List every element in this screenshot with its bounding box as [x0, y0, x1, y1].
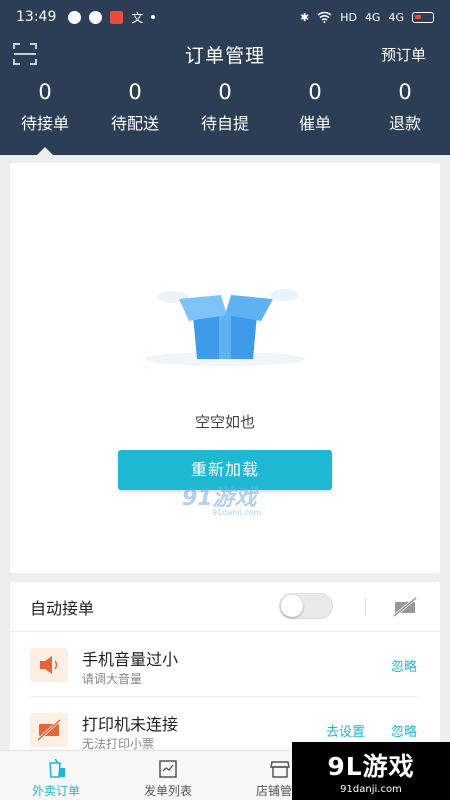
stat-label: 待配送 — [110, 114, 159, 133]
stat-pending-accept[interactable]: 0 待接单 — [0, 80, 90, 134]
takeout-cup-icon — [49, 759, 65, 778]
alert-title: 打印机未连接 — [82, 715, 179, 734]
notification-badge-icon — [110, 10, 124, 24]
wechat-icon — [89, 10, 103, 24]
store-icon — [270, 761, 290, 778]
tab-dispatch-list[interactable]: 发单列表 — [112, 751, 224, 800]
order-stats: 0 待接单 0 待配送 0 待自提 0 催单 0 退款 — [0, 80, 450, 134]
speaker-icon — [40, 656, 58, 674]
watermark-logo: 9L游戏 91danji.com — [292, 742, 450, 800]
stat-label: 催单 — [298, 114, 331, 133]
stat-label: 待接单 — [20, 114, 69, 133]
stat-count: 0 — [38, 80, 52, 104]
tab-label: 外卖订单 — [31, 784, 80, 798]
alert-icon-box — [30, 648, 68, 682]
battery-icon — [412, 11, 434, 23]
ignore-button[interactable]: 忽略 — [391, 721, 417, 740]
auto-accept-label: 自动接单 — [30, 598, 95, 618]
stat-count: 0 — [128, 80, 142, 104]
stat-refund[interactable]: 0 退款 — [360, 80, 450, 134]
auto-accept-toggle[interactable] — [279, 593, 333, 619]
empty-message: 空空如也 — [194, 413, 255, 431]
auto-print-off-icon[interactable] — [392, 596, 418, 618]
empty-state-card: 空空如也 重新加载 91游戏 91danji.com — [10, 163, 440, 573]
signal-2-icon: 4G — [388, 10, 404, 24]
stat-pending-pickup[interactable]: 0 待自提 — [180, 80, 270, 134]
status-time: 13:49 — [16, 9, 57, 25]
watermark-small: 91游戏 91danji.com — [182, 480, 261, 517]
alert-icon-box — [30, 713, 68, 747]
title-bar: 订单管理 预订单 — [0, 34, 450, 74]
empty-box-illustration — [145, 289, 305, 366]
header-bar: 13:49 文 ✱ HD 4G 4G 订单管理 预订单 0 待接单 0 待配送 … — [0, 0, 450, 155]
wifi-icon — [317, 11, 332, 23]
translate-icon: 文 — [131, 10, 144, 25]
list-doc-icon — [159, 760, 177, 778]
stat-label: 退款 — [388, 114, 421, 133]
active-tab-caret — [37, 147, 53, 155]
stat-count: 0 — [398, 80, 412, 104]
tab-label: 发单列表 — [143, 784, 192, 798]
bluetooth-icon: ✱ — [299, 10, 310, 24]
settings-card: 自动接单 手机音量过小 请调大音量 忽略 打印机未连接 无法打印小票 去设置 忽… — [10, 582, 440, 752]
alert-volume: 手机音量过小 请调大音量 忽略 — [30, 632, 420, 697]
go-settings-button[interactable]: 去设置 — [326, 721, 365, 740]
stat-count: 0 — [218, 80, 232, 104]
alert-subtitle: 请调大音量 — [82, 672, 143, 686]
stat-pending-delivery[interactable]: 0 待配送 — [90, 80, 180, 134]
watermark-sub: 91danji.com — [340, 784, 402, 795]
watermark-main: 9L游戏 — [327, 752, 415, 781]
app-notification-icon — [68, 10, 82, 24]
stat-label: 待自提 — [200, 114, 249, 133]
page-title: 订单管理 — [184, 44, 265, 67]
more-dot-icon — [151, 15, 156, 19]
auto-accept-row: 自动接单 — [10, 582, 440, 632]
scan-icon[interactable] — [12, 41, 38, 67]
preorder-link[interactable]: 预订单 — [381, 44, 426, 65]
status-bar: 13:49 文 ✱ HD 4G 4G — [0, 0, 450, 34]
divider — [365, 598, 366, 616]
ignore-button[interactable]: 忽略 — [391, 656, 417, 675]
network-type: HD — [340, 10, 357, 24]
printer-off-icon — [36, 718, 62, 742]
tab-takeout-orders[interactable]: 外卖订单 — [0, 751, 112, 800]
signal-1-icon: 4G — [364, 10, 381, 24]
stat-urge[interactable]: 0 催单 — [270, 80, 360, 134]
alert-title: 手机音量过小 — [82, 650, 179, 669]
stat-count: 0 — [308, 80, 322, 104]
watermark-small-sub: 91danji.com — [212, 508, 262, 517]
